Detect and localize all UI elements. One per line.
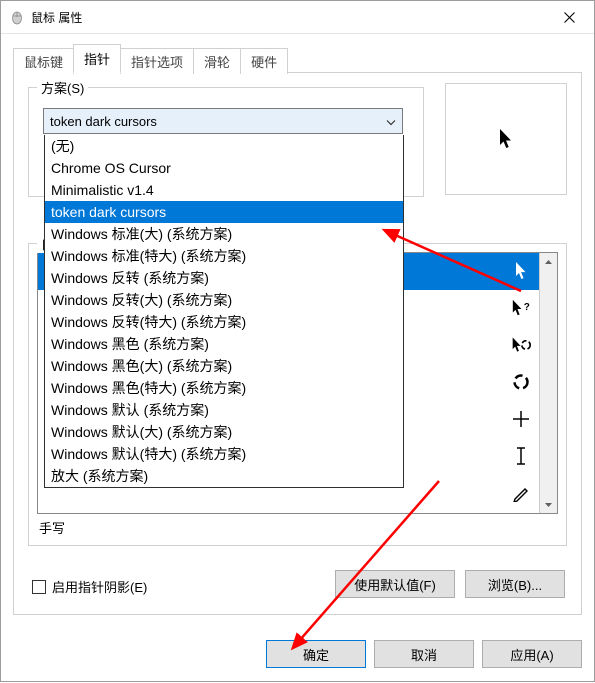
pen-cursor-icon bbox=[511, 483, 531, 503]
scheme-option[interactable]: 放大 (系统方案) bbox=[45, 465, 403, 487]
shadow-checkbox-row[interactable]: 启用指针阴影(E) bbox=[32, 577, 147, 596]
dialog-buttons: 确定 取消 应用(A) bbox=[1, 627, 594, 681]
scheme-option[interactable]: Windows 默认(特大) (系统方案) bbox=[45, 443, 403, 465]
titlebar: 鼠标 属性 bbox=[1, 1, 594, 34]
cursor-buttons: 使用默认值(F) 浏览(B)... bbox=[335, 570, 565, 598]
tab-pointers-panel: 方案(S) token dark cursors (无)Chrome OS Cu… bbox=[13, 72, 582, 615]
scrollbar[interactable] bbox=[539, 253, 557, 513]
busy-arrow-cursor-icon bbox=[511, 335, 531, 355]
scheme-option[interactable]: Windows 反转 (系统方案) bbox=[45, 267, 403, 289]
busy-cursor-icon bbox=[511, 372, 531, 392]
scheme-selected-value: token dark cursors bbox=[50, 114, 157, 129]
scheme-option[interactable]: Windows 黑色(大) (系统方案) bbox=[45, 355, 403, 377]
scheme-option[interactable]: (无) bbox=[45, 135, 403, 157]
text-cursor-icon bbox=[511, 446, 531, 466]
ok-button[interactable]: 确定 bbox=[266, 640, 366, 668]
use-default-button[interactable]: 使用默认值(F) bbox=[335, 570, 455, 598]
close-icon bbox=[564, 12, 575, 23]
content-area: 鼠标键 指针 指针选项 滑轮 硬件 方案(S) token dark curso… bbox=[1, 34, 594, 627]
scheme-option[interactable]: Windows 默认 (系统方案) bbox=[45, 399, 403, 421]
scheme-group: 方案(S) token dark cursors (无)Chrome OS Cu… bbox=[28, 87, 424, 197]
arrow-cursor-icon bbox=[511, 261, 531, 281]
shadow-checkbox[interactable] bbox=[32, 580, 46, 594]
scheme-option[interactable]: Windows 默认(大) (系统方案) bbox=[45, 421, 403, 443]
chevron-down-icon bbox=[386, 114, 396, 129]
cursor-preview bbox=[445, 83, 567, 195]
scheme-label: 方案(S) bbox=[37, 78, 88, 97]
scheme-combobox[interactable]: token dark cursors (无)Chrome OS CursorMi… bbox=[43, 108, 403, 134]
close-button[interactable] bbox=[546, 2, 592, 32]
handwrite-label: 手写 bbox=[37, 514, 558, 537]
scheme-option[interactable]: Windows 黑色 (系统方案) bbox=[45, 333, 403, 355]
scheme-dropdown[interactable]: (无)Chrome OS CursorMinimalistic v1.4toke… bbox=[44, 135, 404, 488]
scheme-option[interactable]: Windows 反转(大) (系统方案) bbox=[45, 289, 403, 311]
mouse-icon bbox=[9, 9, 25, 25]
tab-pointers[interactable]: 指针 bbox=[73, 44, 121, 73]
tab-buttons[interactable]: 鼠标键 bbox=[13, 48, 74, 74]
scroll-down-button[interactable] bbox=[540, 496, 557, 513]
precision-cursor-icon bbox=[511, 409, 531, 429]
scroll-up-button[interactable] bbox=[540, 253, 557, 270]
scheme-option[interactable]: token dark cursors bbox=[45, 201, 403, 223]
shadow-checkbox-label: 启用指针阴影(E) bbox=[52, 577, 147, 596]
mouse-properties-window: 鼠标 属性 鼠标键 指针 指针选项 滑轮 硬件 方案(S) token dark… bbox=[0, 0, 595, 682]
window-title: 鼠标 属性 bbox=[31, 9, 546, 26]
scheme-option[interactable]: Chrome OS Cursor bbox=[45, 157, 403, 179]
help-cursor-icon: ? bbox=[511, 298, 531, 318]
arrow-cursor-icon bbox=[498, 128, 514, 150]
tab-strip: 鼠标键 指针 指针选项 滑轮 硬件 bbox=[13, 44, 582, 73]
scheme-option[interactable]: Windows 标准(大) (系统方案) bbox=[45, 223, 403, 245]
scheme-option[interactable]: Windows 反转(特大) (系统方案) bbox=[45, 311, 403, 333]
tab-hardware[interactable]: 硬件 bbox=[240, 48, 288, 74]
scheme-option[interactable]: Minimalistic v1.4 bbox=[45, 179, 403, 201]
scheme-option[interactable]: Windows 标准(特大) (系统方案) bbox=[45, 245, 403, 267]
scheme-option[interactable]: Windows 黑色(特大) (系统方案) bbox=[45, 377, 403, 399]
apply-button[interactable]: 应用(A) bbox=[482, 640, 582, 668]
cursor-list-row[interactable] bbox=[38, 512, 539, 513]
cancel-button[interactable]: 取消 bbox=[374, 640, 474, 668]
svg-text:?: ? bbox=[524, 302, 530, 313]
tab-wheel[interactable]: 滑轮 bbox=[193, 48, 241, 74]
tab-pointer-options[interactable]: 指针选项 bbox=[120, 48, 194, 74]
browse-button[interactable]: 浏览(B)... bbox=[465, 570, 565, 598]
